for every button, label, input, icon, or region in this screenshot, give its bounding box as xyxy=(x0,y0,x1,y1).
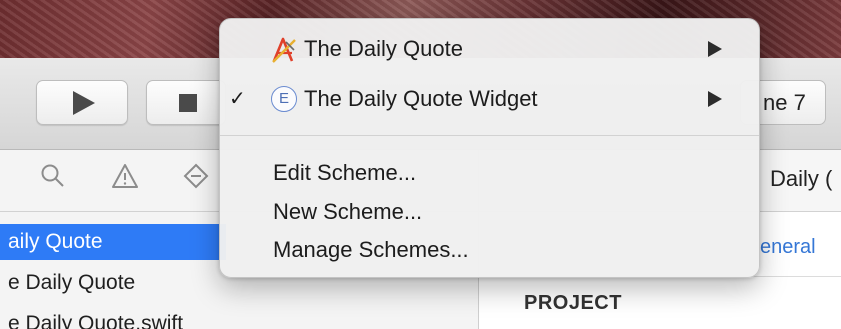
menu-item-label: New Scheme... xyxy=(273,199,423,224)
menu-item-the-daily-quote-widget[interactable]: ✓ E The Daily Quote Widget xyxy=(220,79,759,119)
project-section-label: PROJECT xyxy=(524,292,622,314)
navigator-row[interactable]: e Daily Quote.swift xyxy=(0,306,183,329)
navigator-row-selected[interactable]: aily Quote xyxy=(0,224,226,260)
menu-item-edit-scheme[interactable]: Edit Scheme... xyxy=(220,158,759,188)
play-icon xyxy=(73,91,95,115)
editor-title: Daily ( xyxy=(770,166,833,191)
menu-item-label: The Daily Quote Widget xyxy=(304,86,538,111)
menu-item-label: Manage Schemes... xyxy=(273,237,469,262)
navigator-row[interactable]: e Daily Quote xyxy=(0,265,135,301)
menu-item-manage-schemes[interactable]: Manage Schemes... xyxy=(220,235,759,265)
menu-item-label: The Daily Quote xyxy=(304,36,463,61)
menu-separator xyxy=(220,135,759,136)
submenu-arrow-icon xyxy=(708,91,722,107)
xcode-app-icon xyxy=(270,36,296,63)
run-button[interactable] xyxy=(36,80,128,125)
warning-icon[interactable] xyxy=(111,163,139,197)
menu-item-label: Edit Scheme... xyxy=(273,160,417,185)
stop-button[interactable] xyxy=(146,80,226,125)
stop-icon xyxy=(179,94,197,112)
extension-icon: E xyxy=(271,86,297,112)
tab-general[interactable]: eneral xyxy=(760,236,816,259)
menu-item-new-scheme[interactable]: New Scheme... xyxy=(220,197,759,227)
menu-item-the-daily-quote[interactable]: The Daily Quote xyxy=(220,29,759,69)
search-icon[interactable] xyxy=(40,163,66,197)
checkmark-icon: ✓ xyxy=(229,88,246,110)
breakpoint-icon[interactable] xyxy=(183,163,209,197)
submenu-arrow-icon xyxy=(708,41,722,57)
scheme-menu: The Daily Quote ✓ E The Daily Quote Widg… xyxy=(219,18,760,278)
